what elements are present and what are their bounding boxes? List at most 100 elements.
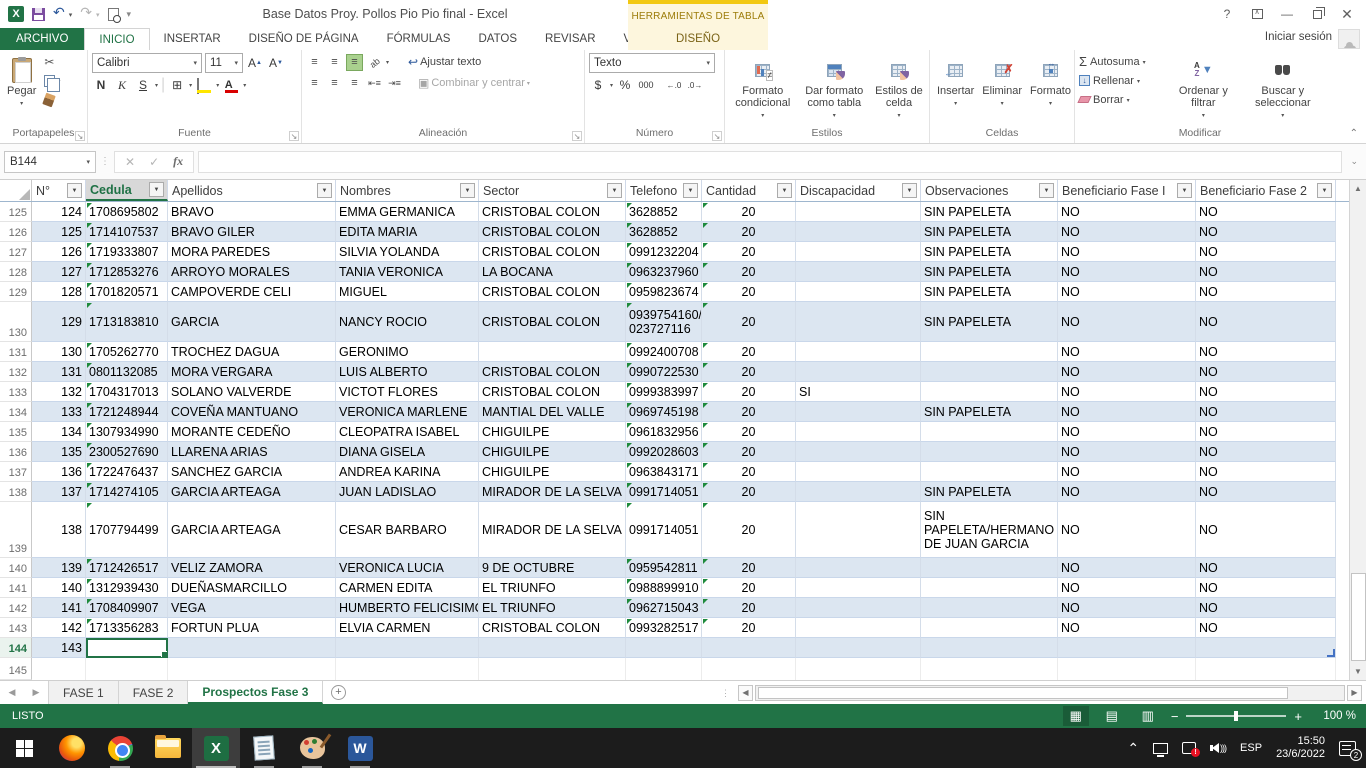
clock[interactable]: 15:50 23/6/2022 [1276, 735, 1325, 761]
cell[interactable]: NO [1196, 362, 1336, 382]
cell[interactable]: SIN PAPELETA [921, 242, 1058, 262]
cell[interactable]: 140 [32, 578, 86, 598]
zoom-in-icon[interactable]: + [1294, 709, 1302, 724]
cell[interactable]: 20 [702, 422, 796, 442]
tab-diseno-contextual[interactable]: DISEÑO [628, 28, 768, 50]
cell[interactable]: NO [1196, 482, 1336, 502]
cell[interactable]: 143 [32, 638, 86, 658]
cell[interactable]: CRISTOBAL COLON [479, 382, 626, 402]
cell[interactable] [921, 618, 1058, 638]
undo-icon[interactable]: ↶▾ [53, 5, 72, 23]
zoom-thumb[interactable] [1234, 711, 1238, 721]
cell[interactable]: VEGA [168, 598, 336, 618]
cell[interactable]: 1712426517 [86, 558, 168, 578]
cell[interactable]: 127 [32, 262, 86, 282]
cell[interactable]: MORANTE CEDEÑO [168, 422, 336, 442]
cell[interactable]: NO [1058, 558, 1196, 578]
cell[interactable] [796, 462, 921, 482]
zoom-track[interactable] [1186, 715, 1286, 717]
cell[interactable]: NO [1058, 262, 1196, 282]
enter-formula-icon[interactable]: ✓ [149, 155, 159, 169]
cell[interactable]: JUAN LADISLAO [336, 482, 479, 502]
cell[interactable]: DIANA GISELA [336, 442, 479, 462]
row-header-144[interactable]: 144 [0, 638, 32, 658]
start-button[interactable] [0, 728, 48, 768]
orientation-icon[interactable]: ab [363, 50, 387, 74]
cell[interactable]: EL TRIUNFO [479, 578, 626, 598]
cell[interactable]: NO [1196, 342, 1336, 362]
tab-inicio[interactable]: INICIO [84, 28, 149, 50]
cell[interactable]: NO [1196, 222, 1336, 242]
cell[interactable] [626, 658, 702, 680]
cell[interactable]: SIN PAPELETA [921, 262, 1058, 282]
cell[interactable]: NO [1196, 282, 1336, 302]
cell[interactable]: NANCY ROCIO [336, 302, 479, 342]
cell[interactable]: SILVIA YOLANDA [336, 242, 479, 262]
cell[interactable]: 0991714051 [626, 482, 702, 502]
row-header-131[interactable]: 131 [0, 342, 32, 362]
horizontal-scrollbar[interactable]: ⋮ ◀ ▶ [721, 684, 1362, 701]
cell[interactable]: 1708409907 [86, 598, 168, 618]
wrap-text-button[interactable]: ↩ Ajustar texto [405, 53, 484, 71]
cell[interactable] [921, 578, 1058, 598]
cell[interactable] [921, 382, 1058, 402]
font-dialog-launcher[interactable]: ↘ [289, 131, 299, 141]
taskbar-explorer-button[interactable] [144, 728, 192, 768]
row-header-142[interactable]: 142 [0, 598, 32, 618]
cell[interactable]: 0991232204 [626, 242, 702, 262]
cell[interactable]: 0999383997 [626, 382, 702, 402]
cell[interactable]: 2300527690 [86, 442, 168, 462]
cell[interactable] [796, 658, 921, 680]
cell[interactable] [336, 638, 479, 658]
filter-icon[interactable]: ▼ [460, 183, 475, 198]
cell[interactable]: SIN PAPELETA [921, 482, 1058, 502]
cell[interactable]: 128 [32, 282, 86, 302]
cell[interactable]: MIRADOR DE LA SELVA [479, 502, 626, 558]
cell[interactable]: 20 [702, 382, 796, 402]
row-header-138[interactable]: 138 [0, 482, 32, 502]
cell[interactable]: 141 [32, 598, 86, 618]
cell[interactable] [796, 618, 921, 638]
restore-icon[interactable] [1304, 3, 1330, 25]
cell[interactable]: 0963237960 [626, 262, 702, 282]
normal-view-icon[interactable]: ▦ [1063, 706, 1089, 726]
cell[interactable]: 9 DE OCTUBRE [479, 558, 626, 578]
row-header-140[interactable]: 140 [0, 558, 32, 578]
row-header-132[interactable]: 132 [0, 362, 32, 382]
cut-button[interactable]: ✂ [41, 53, 63, 71]
cell[interactable]: NO [1196, 302, 1336, 342]
cell[interactable] [168, 638, 336, 658]
cell[interactable]: 20 [702, 222, 796, 242]
scroll-down-icon[interactable]: ▼ [1350, 663, 1366, 680]
decrease-indent-icon[interactable]: ⇤≡ [366, 75, 383, 92]
action-center-icon[interactable]: ! [1182, 742, 1196, 754]
align-left-icon[interactable]: ≡ [306, 75, 323, 92]
cell[interactable] [479, 342, 626, 362]
cell[interactable]: VICTOT FLORES [336, 382, 479, 402]
tab-diseño-de-página[interactable]: DISEÑO DE PÁGINA [235, 28, 373, 50]
filter-icon[interactable]: ▼ [317, 183, 332, 198]
cell[interactable]: 1707794499 [86, 502, 168, 558]
cell[interactable] [1058, 658, 1196, 680]
row-header-126[interactable]: 126 [0, 222, 32, 242]
redo-icon[interactable]: ↷▾ [80, 5, 99, 23]
cell[interactable]: SOLANO VALVERDE [168, 382, 336, 402]
column-header-beneficiario-fase-2[interactable]: Beneficiario Fase 2▼ [1196, 180, 1336, 201]
page-layout-view-icon[interactable]: ▤ [1099, 706, 1125, 726]
format-painter-button[interactable] [41, 91, 63, 109]
align-center-icon[interactable]: ≡ [326, 75, 343, 92]
clipboard-dialog-launcher[interactable]: ↘ [75, 131, 85, 141]
cell[interactable]: CRISTOBAL COLON [479, 242, 626, 262]
vertical-scrollbar[interactable]: ▲ ▼ [1349, 180, 1366, 680]
delete-cells-button[interactable]: ✗ Eliminar▾ [979, 53, 1025, 127]
cell[interactable]: 0992400708 [626, 342, 702, 362]
cell[interactable]: LUIS ALBERTO [336, 362, 479, 382]
cell[interactable]: EDITA MARIA [336, 222, 479, 242]
filter-icon[interactable]: ▼ [149, 182, 164, 197]
cell[interactable] [921, 558, 1058, 578]
cell[interactable] [796, 362, 921, 382]
underline-button[interactable]: S [134, 76, 152, 94]
cell[interactable]: 1708695802 [86, 202, 168, 222]
cell[interactable]: SI [796, 382, 921, 402]
cell[interactable] [796, 558, 921, 578]
